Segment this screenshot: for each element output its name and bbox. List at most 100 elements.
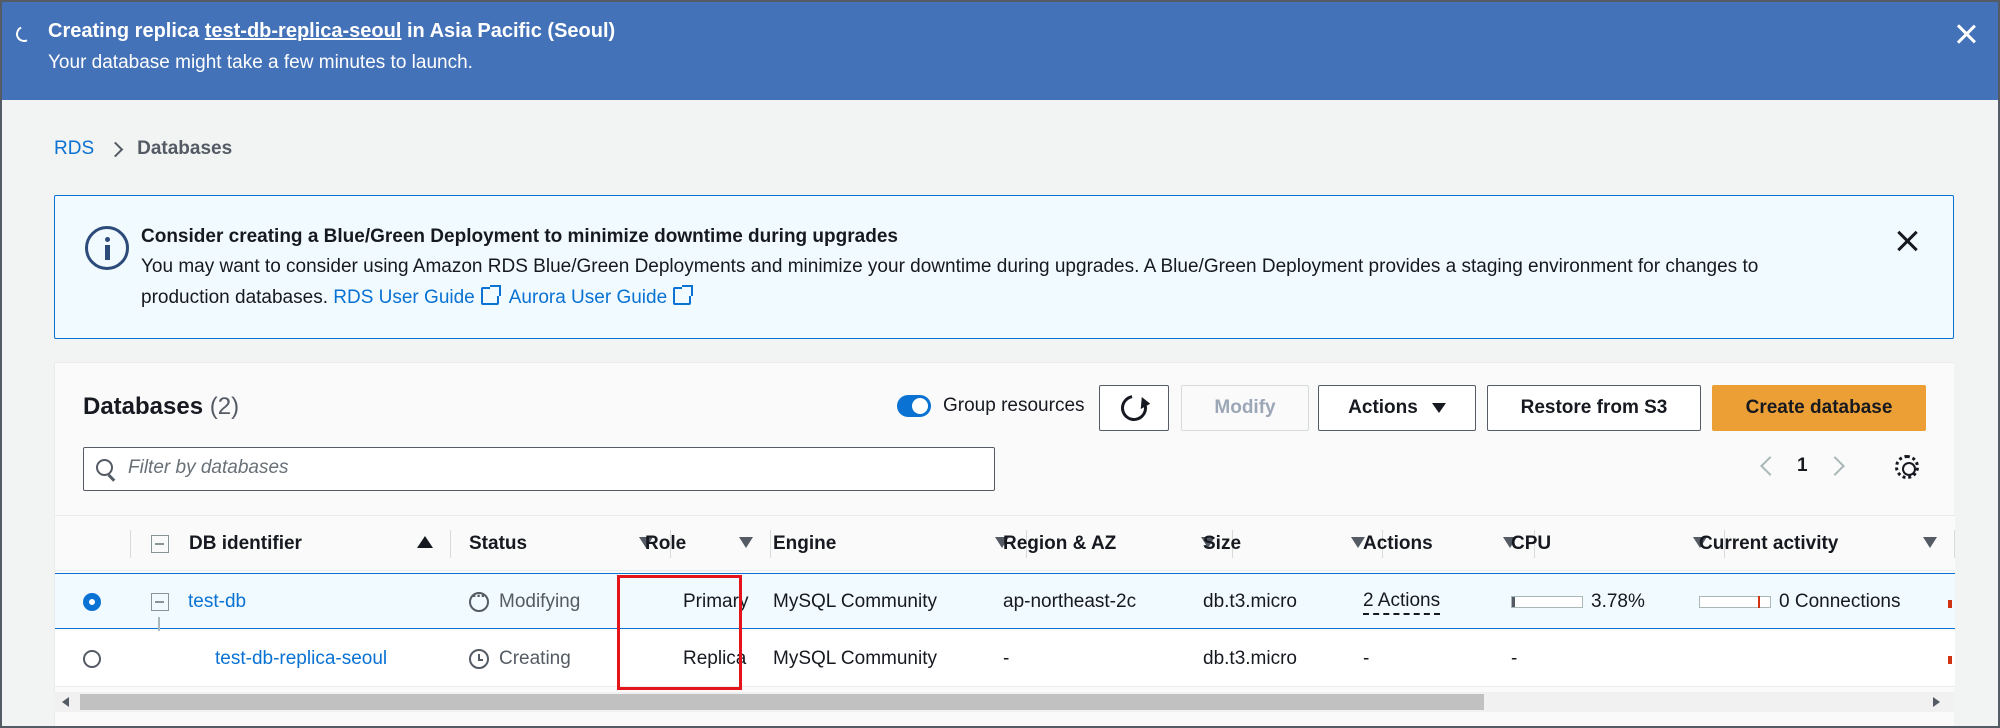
table-header: DB identifier Status Role Engine Region … (55, 515, 1955, 571)
replica-link[interactable]: test-db-replica-seoul (205, 20, 402, 42)
role-cell: Replica (683, 648, 747, 669)
next-page-icon[interactable] (1824, 456, 1845, 476)
modify-button[interactable]: Modify (1181, 385, 1309, 431)
header-label: Engine (773, 533, 837, 554)
role-cell: Primary (683, 591, 749, 612)
activity-cell: 0 Connections (1699, 574, 1900, 630)
size-cell: db.t3.micro (1203, 591, 1297, 612)
info-alert: Consider creating a Blue/Green Deploymen… (54, 195, 1954, 339)
db-identifier-link[interactable]: test-db (188, 574, 246, 630)
filter-input[interactable] (128, 448, 988, 488)
table-row[interactable]: test-db Modifying Primary MySQL Communit… (55, 573, 1955, 629)
row-select[interactable] (83, 574, 101, 630)
databases-title: Databases (2) (83, 393, 239, 421)
scroll-right-icon[interactable] (1933, 697, 1940, 707)
chevron-right-icon (107, 141, 124, 157)
horizontal-scrollbar[interactable] (54, 692, 1954, 712)
engine-cell: MySQL Community (773, 648, 937, 669)
sort-icon (739, 537, 753, 548)
pagination: 1 (1755, 455, 1845, 477)
flash-title-suffix: in Asia Pacific (Seoul) (401, 20, 616, 42)
activity-bar (1699, 596, 1771, 608)
current-page[interactable]: 1 (1797, 455, 1808, 477)
group-resources-toggle[interactable]: Group resources (897, 395, 1085, 417)
flash-title: Creating replica test-db-replica-seoul i… (48, 20, 615, 43)
search-icon (96, 459, 113, 476)
table-row[interactable]: test-db-replica-seoul Creating Replica M… (55, 631, 1955, 687)
header-size[interactable]: Size (1203, 516, 1383, 572)
toggle-switch[interactable] (897, 395, 931, 417)
status-cell: Modifying (469, 574, 580, 630)
breadcrumb-rds[interactable]: RDS (54, 138, 94, 160)
radio-selected[interactable] (83, 593, 101, 611)
aurora-user-guide-link[interactable]: Aurora User Guide (509, 287, 667, 308)
refresh-icon (1115, 389, 1153, 427)
cpu-cell: - (1511, 648, 1518, 669)
flash-banner: Creating replica test-db-replica-seoul i… (0, 0, 2000, 100)
collapse-icon[interactable] (151, 593, 169, 611)
refresh-button[interactable] (1099, 385, 1169, 431)
scrollbar-thumb[interactable] (80, 694, 1484, 710)
actions-cell[interactable]: 2 Actions (1363, 574, 1441, 630)
loading-spinner-icon (13, 23, 35, 45)
header-label: Role (645, 533, 687, 554)
restore-from-s3-button[interactable]: Restore from S3 (1487, 385, 1701, 431)
header-cpu[interactable]: CPU (1511, 516, 1725, 572)
info-alert-title: Consider creating a Blue/Green Deploymen… (141, 226, 898, 247)
pending-actions-link[interactable]: 2 Actions (1363, 589, 1441, 615)
scroll-left-icon[interactable] (62, 697, 69, 707)
header-select (55, 516, 131, 572)
header-label: Status (469, 533, 528, 554)
flash-message: Your database might take a few minutes t… (48, 52, 473, 73)
status-text: Modifying (499, 591, 581, 612)
info-alert-body-2: production databases. RDS User Guide Auro… (141, 285, 701, 309)
previous-page-icon[interactable] (1760, 456, 1780, 476)
header-db-identifier[interactable]: DB identifier (151, 516, 451, 572)
size-cell: db.t3.micro (1203, 648, 1297, 669)
gear-icon[interactable] (1895, 455, 1919, 479)
in-progress-icon (469, 588, 489, 612)
group-resources-label: Group resources (943, 395, 1085, 416)
flash-title-prefix: Creating replica (48, 20, 205, 42)
region-cell: - (1003, 648, 1010, 669)
header-actions[interactable]: Actions (1363, 516, 1535, 572)
flash-close-icon[interactable] (1950, 18, 1982, 50)
header-label: Size (1203, 533, 1242, 554)
actions-dropdown-button[interactable]: Actions (1318, 385, 1476, 431)
status-cell: Creating (469, 631, 571, 687)
filter-field[interactable] (83, 447, 995, 491)
cpu-cell: 3.78% (1511, 574, 1645, 630)
breadcrumb: RDS Databases (54, 138, 232, 160)
rds-user-guide-link[interactable]: RDS User Guide (333, 287, 475, 308)
header-label: Region & AZ (1003, 533, 1117, 554)
create-database-button[interactable]: Create database (1712, 385, 1926, 431)
header-role[interactable]: Role (645, 516, 771, 572)
db-identifier-link[interactable]: test-db-replica-seoul (215, 631, 387, 687)
header-label: Actions (1363, 533, 1433, 554)
info-alert-body-text: production databases. (141, 287, 328, 308)
sort-ascending-icon (417, 536, 433, 548)
header-status[interactable]: Status (469, 516, 671, 572)
breadcrumb-databases: Databases (137, 138, 233, 159)
collapse-all-icon[interactable] (151, 535, 169, 553)
header-label: CPU (1511, 533, 1552, 554)
actions-label: Actions (1348, 397, 1418, 418)
header-region-az[interactable]: Region & AZ (1003, 516, 1233, 572)
row-expand[interactable] (151, 574, 169, 630)
info-alert-close-icon[interactable] (1893, 226, 1923, 256)
header-current-activity[interactable]: Current activity (1699, 516, 1955, 572)
info-alert-body: You may want to consider using Amazon RD… (141, 256, 1759, 277)
databases-count: (2) (209, 393, 240, 420)
engine-cell: MySQL Community (773, 591, 937, 612)
databases-title-text: Databases (83, 393, 204, 420)
status-text: Creating (499, 648, 571, 669)
radio-unselected[interactable] (83, 650, 101, 668)
clock-icon (469, 649, 489, 669)
caret-down-icon (1431, 403, 1446, 413)
row-select[interactable] (83, 631, 101, 687)
sort-icon (1923, 537, 1937, 548)
cpu-value: 3.78% (1591, 591, 1645, 612)
header-label: Current activity (1699, 533, 1839, 554)
region-cell: ap-northeast-2c (1003, 591, 1137, 612)
header-engine[interactable]: Engine (773, 516, 1027, 572)
